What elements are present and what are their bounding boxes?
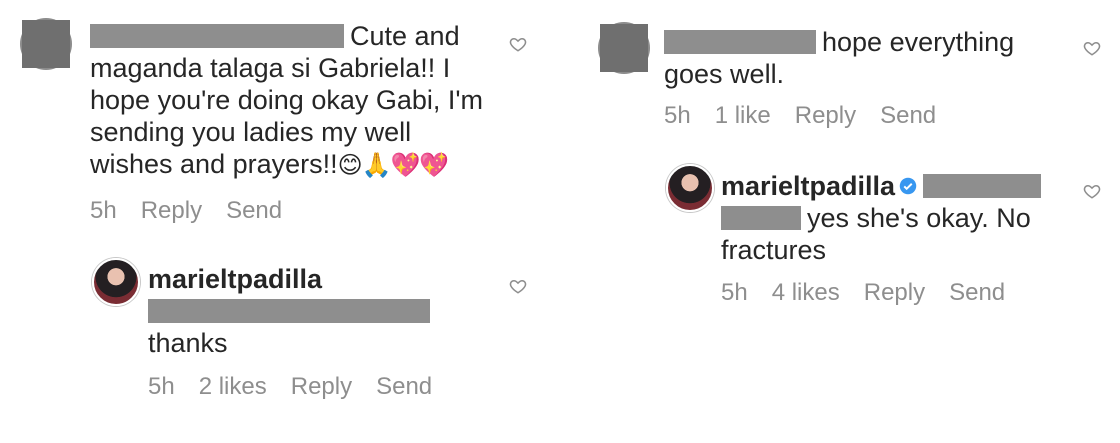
timestamp: 5h	[148, 373, 175, 400]
heart-outline-icon[interactable]	[509, 277, 527, 295]
likes-count[interactable]: 2 likes	[199, 373, 267, 400]
redacted-username	[90, 24, 344, 48]
reply-body: thanks	[148, 328, 228, 358]
send-button[interactable]: Send	[226, 197, 282, 224]
left-comment-text: Cute and maganda talaga si Gabriela!! I …	[90, 21, 484, 179]
marieltpadilla-avatar[interactable]	[666, 164, 714, 212]
likes-count[interactable]: 1 like	[715, 102, 771, 129]
left-reply-text: marieltpadilla thanks	[148, 263, 488, 359]
commenter-avatar-redacted[interactable]	[20, 18, 72, 70]
likes-count[interactable]: 4 likes	[772, 279, 840, 306]
redacted-mention	[148, 299, 430, 323]
right-reply-text: marieltpadilla yes she's okay. No fractu…	[721, 170, 1061, 266]
reply-body: yes she's okay. No	[807, 203, 1031, 233]
left-reply-meta: 5h 2 likes Reply Send	[148, 373, 456, 401]
right-comment-text: hope everything goes well.	[664, 27, 1015, 89]
right-comment-meta: 5h 1 like Reply Send	[664, 102, 960, 130]
redacted-username	[664, 30, 816, 54]
right-reply-meta: 5h 4 likes Reply Send	[721, 279, 1029, 307]
heart-outline-icon[interactable]	[509, 35, 527, 53]
reply-button[interactable]: Reply	[864, 279, 925, 306]
verified-badge-icon	[899, 177, 917, 195]
reply-button[interactable]: Reply	[795, 102, 856, 129]
reply-username[interactable]: marieltpadilla	[148, 264, 322, 294]
heart-outline-icon[interactable]	[1083, 39, 1101, 57]
send-button[interactable]: Send	[376, 373, 432, 400]
send-button[interactable]: Send	[949, 279, 1005, 306]
redacted-mention	[923, 174, 1042, 198]
send-button[interactable]: Send	[880, 102, 936, 129]
reply-username[interactable]: marieltpadilla	[721, 171, 895, 201]
reply-button[interactable]: Reply	[141, 197, 202, 224]
timestamp: 5h	[90, 197, 117, 224]
heart-outline-icon[interactable]	[1083, 182, 1101, 200]
emoji-group: 😊🙏💖💖	[337, 152, 450, 179]
timestamp: 5h	[721, 279, 748, 306]
left-comment-meta: 5h Reply Send	[90, 197, 306, 225]
redacted-mention	[721, 206, 801, 230]
marieltpadilla-avatar[interactable]	[92, 258, 140, 306]
commenter-avatar-redacted[interactable]	[598, 22, 650, 74]
timestamp: 5h	[664, 102, 691, 129]
reply-button[interactable]: Reply	[291, 373, 352, 400]
